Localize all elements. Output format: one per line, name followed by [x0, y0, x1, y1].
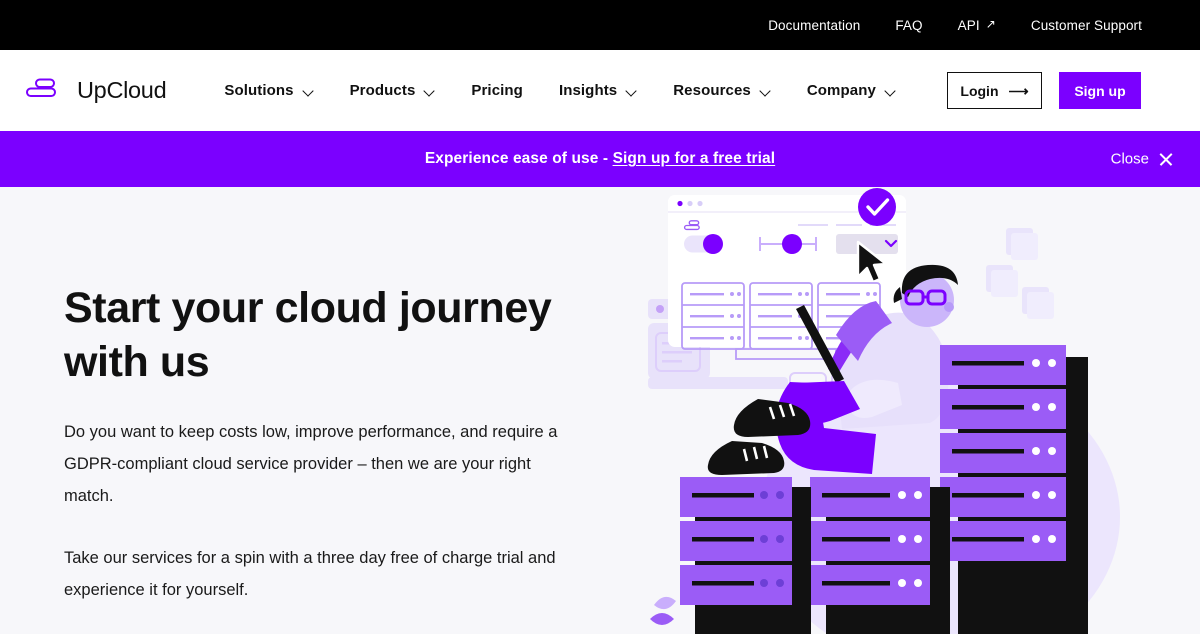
nav-item-products[interactable]: Products: [350, 82, 436, 99]
promo-banner-text: Experience ease of use - Sign up for a f…: [425, 150, 775, 168]
nav-links: Solutions Products Pricing Insights Reso…: [224, 82, 932, 99]
hero-title-line-1: Start your cloud journey: [64, 284, 552, 332]
window-dot: [697, 200, 703, 207]
nav-item-company[interactable]: Company: [807, 82, 896, 99]
nav-item-label: Resources: [673, 82, 751, 99]
topbar-link-api[interactable]: API ↗: [957, 17, 996, 33]
upcloud-logo-text: UpCloud: [77, 77, 167, 103]
nav-item-label: Company: [806, 82, 876, 99]
nav-item-label: Pricing: [471, 82, 523, 99]
topbar-link-customer-support[interactable]: Customer Support: [1031, 18, 1142, 33]
hero-copy: Start your cloud journey with us Do you …: [64, 281, 604, 606]
nav-item-label: Solutions: [224, 82, 294, 99]
upcloud-logo[interactable]: UpCloud: [22, 76, 167, 105]
topbar-link-faq[interactable]: FAQ: [895, 18, 922, 33]
nav-item-solutions[interactable]: Solutions: [224, 82, 313, 99]
promo-banner-prefix: Experience ease of use -: [424, 150, 613, 167]
nav-actions: Login ⟶ Sign up: [947, 72, 1141, 109]
main-navigation: UpCloud Solutions Products Pricing Insig…: [0, 50, 1200, 131]
toggle-switch: [684, 234, 723, 254]
close-banner-label: Close: [1110, 150, 1149, 168]
topbar-link-label: FAQ: [895, 17, 923, 33]
top-utility-bar: Documentation FAQ API ↗ Customer Support: [0, 0, 1200, 50]
nav-item-label: Products: [349, 82, 416, 99]
login-button[interactable]: Login ⟶: [947, 72, 1042, 109]
topbar-link-label: Documentation: [768, 17, 861, 33]
hero-paragraph-1: Do you want to keep costs low, improve p…: [64, 423, 558, 505]
check-badge-icon: [858, 188, 896, 226]
nav-item-resources[interactable]: Resources: [673, 82, 771, 99]
window-dot: [677, 200, 683, 207]
external-link-icon: ↗: [985, 17, 996, 31]
sprout-decoration: [650, 596, 676, 625]
promo-banner: Experience ease of use - Sign up for a f…: [0, 131, 1200, 187]
hero-paragraph-2: Take our services for a spin with a thre…: [64, 549, 556, 599]
nav-item-pricing[interactable]: Pricing: [471, 82, 523, 99]
hero-section: Start your cloud journey with us Do you …: [0, 187, 1200, 634]
topbar-link-label: Customer Support: [1030, 17, 1142, 33]
nav-item-label: Insights: [558, 82, 618, 99]
signup-button[interactable]: Sign up: [1059, 72, 1141, 109]
promo-banner-link[interactable]: Sign up for a free trial: [613, 150, 776, 167]
chevron-down-icon: [303, 87, 314, 94]
close-icon: [1158, 152, 1173, 167]
arrow-right-icon: ⟶: [1008, 82, 1029, 99]
hero-title-line-2: with us: [64, 338, 210, 386]
topbar-link-label: API: [957, 17, 980, 33]
close-banner-button[interactable]: Close: [1111, 151, 1173, 168]
cloud-journey-illustration: [640, 187, 1200, 634]
chevron-down-icon: [424, 87, 435, 94]
window-dot: [687, 200, 693, 207]
nav-item-insights[interactable]: Insights: [559, 82, 637, 99]
page-title: Start your cloud journey with us: [64, 281, 604, 389]
login-button-label: Login: [960, 82, 999, 99]
upcloud-logo-icon: [22, 76, 68, 105]
chevron-down-icon: [885, 87, 896, 94]
topbar-link-documentation[interactable]: Documentation: [768, 18, 860, 33]
chevron-down-icon: [626, 87, 637, 94]
chevron-down-icon: [760, 87, 771, 94]
floating-squares: [986, 228, 1054, 319]
